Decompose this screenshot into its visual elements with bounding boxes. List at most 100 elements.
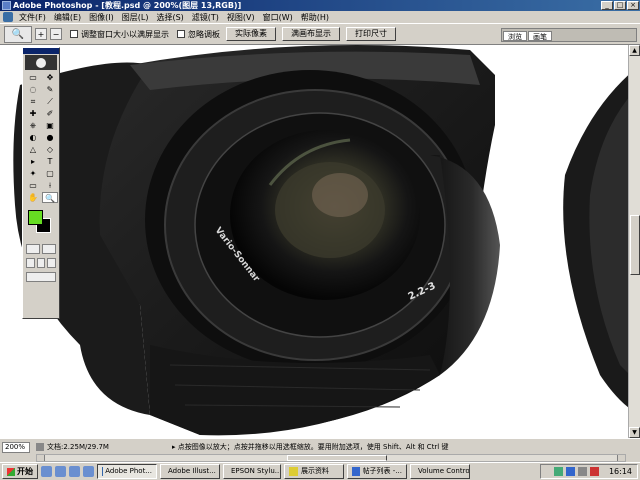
- eyedropper-icon[interactable]: ⟊: [42, 180, 58, 191]
- actual-pixels-button[interactable]: 实际像素: [226, 27, 276, 41]
- menu-view[interactable]: 视图(V): [223, 12, 259, 23]
- brush-tool-icon[interactable]: ✐: [42, 108, 58, 119]
- window-controls: _ □ ×: [601, 1, 639, 10]
- task-epson[interactable]: EPSON Stylu...: [223, 464, 281, 479]
- document-canvas[interactable]: Vario-Sonnar 2.2-3: [0, 45, 640, 438]
- maximize-button[interactable]: □: [614, 1, 626, 10]
- toolbox-title-bar[interactable]: [23, 48, 59, 54]
- ignore-palettes-checkbox[interactable]: [177, 30, 185, 38]
- pen-tool-icon[interactable]: ✦: [25, 168, 41, 179]
- healing-brush-icon[interactable]: ✚: [25, 108, 41, 119]
- lasso-tool-icon[interactable]: ◌: [25, 84, 41, 95]
- monitor-tray-icon[interactable]: [565, 467, 575, 476]
- menu-bar: 文件(F) 编辑(E) 图像(I) 图层(L) 选择(S) 滤镜(T) 视图(V…: [0, 11, 640, 23]
- scroll-left-icon[interactable]: [37, 455, 45, 461]
- type-tool-icon[interactable]: T: [42, 156, 58, 167]
- eye-icon: [36, 57, 46, 68]
- menu-image[interactable]: 图像(I): [85, 12, 118, 23]
- slice-tool-icon[interactable]: ⟋: [42, 96, 58, 107]
- scroll-right-icon[interactable]: [617, 455, 625, 461]
- standard-mode-icon[interactable]: [26, 244, 40, 254]
- clone-stamp-icon[interactable]: ⎈: [25, 120, 41, 131]
- magic-wand-icon[interactable]: ✎: [42, 84, 58, 95]
- color-swatches: [25, 208, 57, 238]
- menu-window[interactable]: 窗口(W): [259, 12, 297, 23]
- crop-tool-icon[interactable]: ⌗: [25, 96, 41, 107]
- task-illustrator[interactable]: Adobe Illust...: [160, 464, 220, 479]
- task-illustrator-label: Adobe Illust...: [168, 467, 216, 475]
- path-select-icon[interactable]: ▸: [25, 156, 41, 167]
- blur-tool-icon[interactable]: △: [25, 144, 41, 155]
- speaker-tray-icon[interactable]: [577, 467, 587, 476]
- photoshop-eye-logo[interactable]: [25, 55, 57, 70]
- scroll-up-icon[interactable]: ▲: [629, 45, 640, 56]
- hand-tool-icon[interactable]: ✋: [25, 192, 41, 203]
- task-volume[interactable]: Volume Control: [410, 464, 470, 479]
- zoom-tool-icon[interactable]: 🔍: [42, 192, 58, 203]
- resize-window-option[interactable]: 调整窗口大小以满屏显示: [70, 29, 169, 40]
- horizontal-scroll-thumb[interactable]: [287, 455, 387, 461]
- menu-help[interactable]: 帮助(H): [297, 12, 333, 23]
- vertical-scrollbar[interactable]: ▲ ▼: [628, 45, 640, 438]
- shape-tool-icon[interactable]: ▢: [42, 168, 58, 179]
- task-photoshop-label: Adobe Phot...: [105, 467, 152, 475]
- gradient-tool-icon[interactable]: ●: [42, 132, 58, 143]
- close-button[interactable]: ×: [627, 1, 639, 10]
- full-screen-menu-icon[interactable]: [36, 258, 46, 268]
- media-player-icon[interactable]: [83, 466, 94, 477]
- tab-browser[interactable]: 浏览: [503, 31, 527, 41]
- status-bar: 200% 文档:2.25M/29.7M ▸ 点按图像以放大；点按并拖移以用选框缩…: [0, 438, 640, 462]
- internet-explorer-icon[interactable]: [55, 466, 66, 477]
- lens-hood-image: Vario-Sonnar 2.2-3: [13, 45, 640, 436]
- ignore-palettes-option[interactable]: 忽略调板: [177, 29, 220, 40]
- security-tray-icon[interactable]: [589, 467, 599, 476]
- show-desktop-icon[interactable]: [41, 466, 52, 477]
- eraser-tool-icon[interactable]: ◐: [25, 132, 41, 143]
- history-brush-icon[interactable]: ▣: [42, 120, 58, 131]
- horizontal-scrollbar[interactable]: [36, 454, 626, 462]
- menu-select[interactable]: 选择(S): [152, 12, 187, 23]
- task-browser[interactable]: 帖子列表 -...: [347, 464, 407, 479]
- resize-window-checkbox[interactable]: [70, 30, 78, 38]
- menu-file[interactable]: 文件(F): [15, 12, 50, 23]
- menu-filter[interactable]: 滤镜(T): [188, 12, 223, 23]
- menu-edit[interactable]: 编辑(E): [50, 12, 85, 23]
- status-hint-text: ▸ 点按图像以放大；点按并拖移以用选框缩放。要用附加选项，使用 Shift、Al…: [172, 443, 449, 451]
- print-size-button[interactable]: 打印尺寸: [346, 27, 396, 41]
- toolbox-palette: ▭ ✥ ◌ ✎ ⌗ ⟋ ✚ ✐ ⎈ ▣ ◐ ● △ ◇ ▸ T ✦ ▢ ▭ ⟊ …: [22, 47, 60, 319]
- task-folder[interactable]: 展示资料: [284, 464, 344, 479]
- notes-tool-icon[interactable]: ▭: [25, 180, 41, 191]
- document-size-text: 文档:2.25M/29.7M: [47, 443, 109, 451]
- marquee-tool-icon[interactable]: ▭: [25, 72, 41, 83]
- task-volume-label: Volume Control: [418, 467, 470, 475]
- document-icon[interactable]: [3, 12, 13, 22]
- zoom-out-icon[interactable]: −: [50, 28, 62, 40]
- windows-flag-icon: [7, 467, 15, 476]
- task-browser-label: 帖子列表 -...: [362, 467, 402, 475]
- palette-well: 浏览 画笔: [501, 28, 637, 42]
- move-tool-icon[interactable]: ✥: [42, 72, 58, 83]
- foreground-color-swatch[interactable]: [28, 210, 43, 225]
- minimize-button[interactable]: _: [601, 1, 613, 10]
- start-button[interactable]: 开始: [2, 464, 38, 479]
- resize-window-label: 调整窗口大小以满屏显示: [81, 29, 169, 39]
- jump-to-imageready-icon[interactable]: [26, 272, 56, 282]
- network-tray-icon[interactable]: [553, 467, 563, 476]
- outlook-icon[interactable]: [69, 466, 80, 477]
- zoom-tool-preset-icon[interactable]: 🔍: [4, 25, 32, 43]
- document-info[interactable]: 文档:2.25M/29.7M: [36, 442, 166, 453]
- zoom-in-icon[interactable]: +: [35, 28, 47, 40]
- task-photoshop[interactable]: Adobe Phot...: [97, 464, 157, 479]
- standard-screen-icon[interactable]: [26, 258, 35, 268]
- dodge-tool-icon[interactable]: ◇: [42, 144, 58, 155]
- scroll-thumb[interactable]: [630, 215, 640, 275]
- title-bar: Adobe Photoshop - [教程.psd @ 200%(图层 13,R…: [0, 0, 640, 11]
- quick-mask-icon[interactable]: [42, 244, 56, 254]
- fit-on-screen-button[interactable]: 满画布显示: [282, 27, 340, 41]
- menu-layer[interactable]: 图层(L): [118, 12, 153, 23]
- windows-taskbar: 开始 Adobe Phot... Adobe Illust... EPSON S…: [0, 462, 640, 480]
- full-screen-icon[interactable]: [47, 258, 57, 268]
- zoom-level-field[interactable]: 200%: [2, 442, 30, 453]
- scroll-down-icon[interactable]: ▼: [629, 427, 640, 438]
- tab-brushes[interactable]: 画笔: [528, 31, 552, 41]
